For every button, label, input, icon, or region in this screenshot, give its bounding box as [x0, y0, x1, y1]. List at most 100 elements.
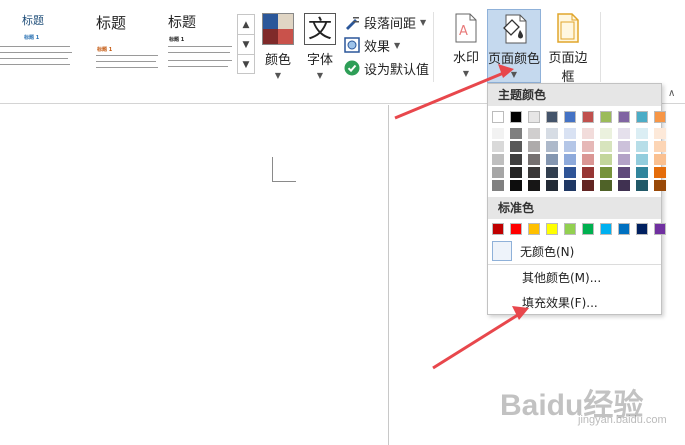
page-color-button[interactable]: 页面颜色 ▼: [487, 9, 541, 83]
theme-shade-swatch[interactable]: [564, 128, 576, 139]
collapse-ribbon-icon[interactable]: ∧: [668, 88, 675, 99]
theme-color-swatch[interactable]: [492, 111, 504, 123]
theme-shade-column: [528, 128, 540, 193]
standard-color-swatch[interactable]: [564, 223, 576, 235]
theme-shade-swatch[interactable]: [510, 167, 522, 178]
theme-shade-swatch[interactable]: [546, 180, 558, 191]
theme-shade-swatch[interactable]: [564, 141, 576, 152]
effects-button[interactable]: 效果 ▼: [344, 35, 400, 55]
checkmark-icon: [344, 60, 360, 76]
theme-shade-swatch[interactable]: [600, 167, 612, 178]
more-colors-item[interactable]: 其他颜色(M)...: [522, 269, 601, 286]
standard-color-swatch[interactable]: [618, 223, 630, 235]
theme-shade-swatch[interactable]: [564, 180, 576, 191]
color-palette-icon: [262, 13, 294, 45]
theme-shade-swatch[interactable]: [546, 167, 558, 178]
no-color-item[interactable]: 无颜色(N): [492, 240, 657, 262]
gallery-more-button[interactable]: ▼: [238, 55, 254, 75]
theme-shade-swatch[interactable]: [582, 154, 594, 165]
standard-color-swatch[interactable]: [492, 223, 504, 235]
standard-color-swatch[interactable]: [600, 223, 612, 235]
theme-shade-swatch[interactable]: [528, 141, 540, 152]
standard-color-swatch[interactable]: [654, 223, 666, 235]
theme-shade-swatch[interactable]: [564, 154, 576, 165]
theme-shade-swatch[interactable]: [654, 180, 666, 191]
theme-shade-swatch[interactable]: [636, 180, 648, 191]
theme-shade-swatch[interactable]: [618, 141, 630, 152]
theme-color-swatch[interactable]: [546, 111, 558, 123]
theme-shade-swatch[interactable]: [636, 128, 648, 139]
standard-color-swatch[interactable]: [636, 223, 648, 235]
style-card-3[interactable]: 标题 标题 1: [164, 8, 236, 74]
theme-shade-swatch[interactable]: [546, 154, 558, 165]
theme-shade-swatch[interactable]: [654, 128, 666, 139]
gallery-scroll-down-button[interactable]: ▼: [238, 35, 254, 55]
theme-color-swatch[interactable]: [636, 111, 648, 123]
theme-shade-swatch[interactable]: [654, 154, 666, 165]
paragraph-spacing-button[interactable]: 段落间距 ▼: [344, 12, 426, 32]
theme-shade-swatch[interactable]: [510, 180, 522, 191]
theme-shade-swatch[interactable]: [600, 180, 612, 191]
page-color-icon: [500, 14, 528, 44]
theme-color-swatch[interactable]: [528, 111, 540, 123]
theme-shade-swatch[interactable]: [492, 154, 504, 165]
theme-shade-swatch[interactable]: [600, 128, 612, 139]
theme-color-swatch[interactable]: [618, 111, 630, 123]
theme-shade-swatch[interactable]: [492, 141, 504, 152]
text-line: [168, 66, 228, 67]
style-gallery[interactable]: 标题 标题 1 标题 标题 1 标题 标题 1: [0, 8, 238, 74]
theme-shade-swatch[interactable]: [618, 128, 630, 139]
theme-color-swatch[interactable]: [582, 111, 594, 123]
style-card-1[interactable]: 标题 标题 1: [0, 8, 78, 74]
theme-shade-swatch[interactable]: [636, 154, 648, 165]
theme-shade-swatch[interactable]: [582, 128, 594, 139]
theme-shade-swatch[interactable]: [600, 141, 612, 152]
theme-color-swatch[interactable]: [510, 111, 522, 123]
theme-shade-swatch[interactable]: [618, 154, 630, 165]
theme-shade-swatch[interactable]: [582, 141, 594, 152]
theme-shade-swatch[interactable]: [492, 128, 504, 139]
page-color-dropdown: 主题颜色 标准色 无颜色(N) 其他颜色(M)... 填充效果(F)...: [487, 83, 666, 315]
page-borders-button[interactable]: 页面边框: [543, 13, 593, 85]
font-icon: 文: [304, 13, 336, 45]
theme-shade-swatch[interactable]: [528, 128, 540, 139]
text-line: [168, 60, 232, 61]
standard-color-swatch[interactable]: [546, 223, 558, 235]
theme-shade-swatch[interactable]: [546, 141, 558, 152]
chevron-down-icon: ▼: [420, 17, 427, 27]
theme-shade-swatch[interactable]: [582, 167, 594, 178]
theme-color-swatch[interactable]: [654, 111, 666, 123]
gallery-scroll-up-button[interactable]: ▲: [238, 15, 254, 35]
theme-shade-swatch[interactable]: [582, 180, 594, 191]
theme-shade-swatch[interactable]: [528, 154, 540, 165]
standard-color-swatch[interactable]: [582, 223, 594, 235]
theme-shade-swatch[interactable]: [528, 167, 540, 178]
fill-effects-item[interactable]: 填充效果(F)...: [522, 294, 598, 311]
theme-shade-swatch[interactable]: [636, 167, 648, 178]
effects-label: 效果: [364, 39, 391, 55]
theme-shade-swatch[interactable]: [492, 180, 504, 191]
theme-color-swatch[interactable]: [564, 111, 576, 123]
theme-shade-swatch[interactable]: [636, 141, 648, 152]
style-card-2[interactable]: 标题 标题 1: [92, 8, 162, 74]
colors-button[interactable]: 颜色 ▼: [260, 13, 296, 80]
theme-shade-swatch[interactable]: [528, 180, 540, 191]
theme-shade-swatch[interactable]: [600, 154, 612, 165]
theme-shade-swatch[interactable]: [510, 128, 522, 139]
theme-shade-swatch[interactable]: [618, 180, 630, 191]
watermark-button[interactable]: A 水印 ▼: [447, 13, 485, 78]
theme-shade-swatch[interactable]: [492, 167, 504, 178]
theme-shade-swatch[interactable]: [654, 167, 666, 178]
theme-shade-swatch[interactable]: [510, 141, 522, 152]
theme-shade-swatch[interactable]: [618, 167, 630, 178]
theme-shade-swatch[interactable]: [564, 167, 576, 178]
theme-shade-swatch[interactable]: [654, 141, 666, 152]
standard-color-swatch[interactable]: [528, 223, 540, 235]
chevron-down-icon: ▼: [316, 71, 324, 80]
fonts-button[interactable]: 文 字体 ▼: [302, 13, 338, 80]
standard-color-swatch[interactable]: [510, 223, 522, 235]
set-as-default-button[interactable]: 设为默认值: [344, 58, 429, 78]
theme-color-swatch[interactable]: [600, 111, 612, 123]
theme-shade-swatch[interactable]: [510, 154, 522, 165]
theme-shade-swatch[interactable]: [546, 128, 558, 139]
